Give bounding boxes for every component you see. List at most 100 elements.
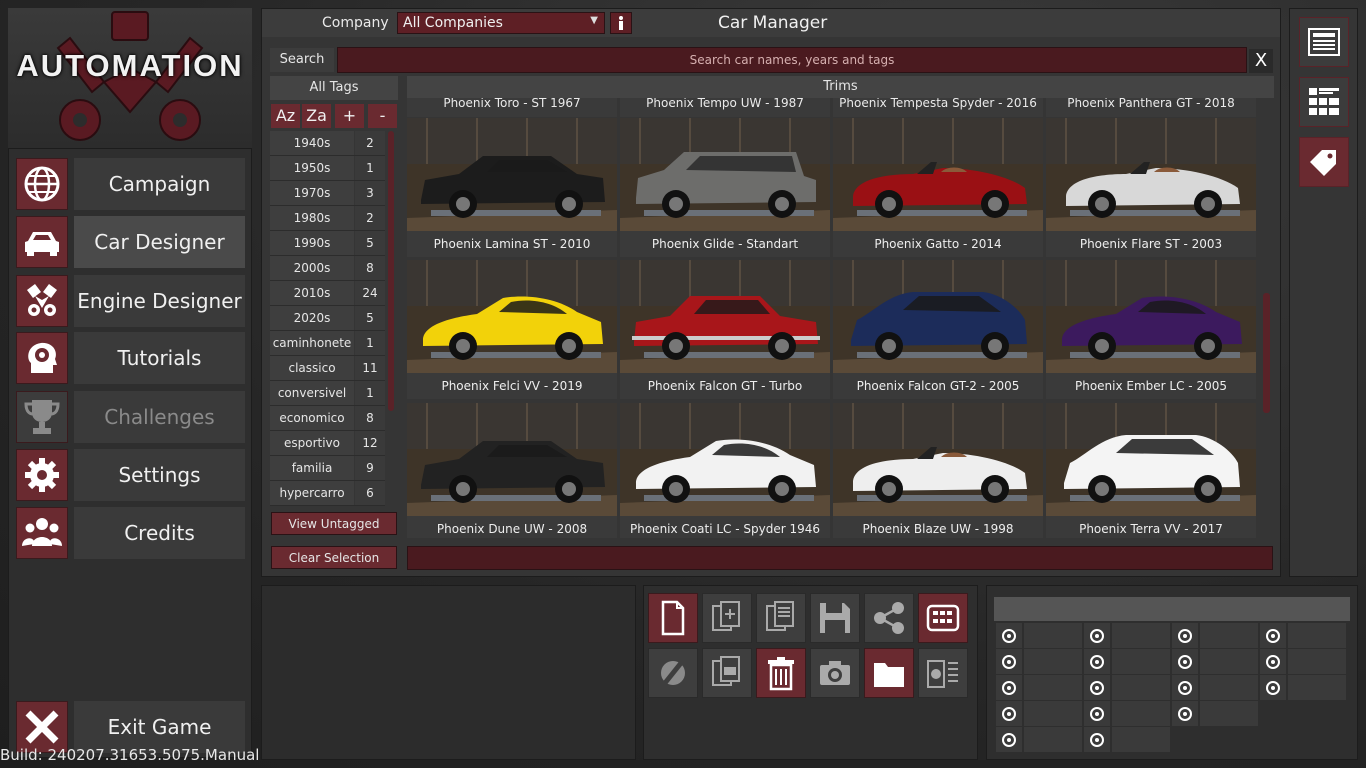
all-tags-header[interactable]: All Tags bbox=[270, 76, 398, 100]
company-info-button[interactable] bbox=[610, 12, 632, 34]
share-button[interactable] bbox=[864, 593, 914, 643]
globe-icon[interactable] bbox=[16, 158, 68, 210]
tag-name[interactable]: 1990s bbox=[270, 231, 354, 255]
car-card[interactable]: Phoenix Blaze UW - 1998 bbox=[833, 403, 1043, 538]
tag-name[interactable]: 2020s bbox=[270, 306, 354, 330]
car-thumbnail[interactable] bbox=[833, 403, 1043, 516]
pistons-icon[interactable] bbox=[16, 275, 68, 327]
gear-icon[interactable] bbox=[16, 449, 68, 501]
settings-panel-button[interactable] bbox=[918, 648, 968, 698]
car-thumbnail[interactable] bbox=[620, 260, 830, 373]
tag-name[interactable]: economico bbox=[270, 406, 354, 430]
sort-za-button[interactable]: Za bbox=[302, 104, 331, 128]
book-copy-button[interactable] bbox=[756, 593, 806, 643]
grid-view-button[interactable] bbox=[1299, 77, 1349, 127]
car-thumbnail[interactable] bbox=[833, 260, 1043, 373]
tag-row[interactable]: esportivo 12 bbox=[270, 431, 385, 456]
car-thumbnail[interactable] bbox=[1046, 403, 1256, 516]
car-card[interactable]: Phoenix Glide - Standart bbox=[620, 118, 830, 257]
tag-row[interactable]: 1990s 5 bbox=[270, 231, 385, 256]
tag-row[interactable]: classico 11 bbox=[270, 356, 385, 381]
tag-name[interactable]: classico bbox=[270, 356, 354, 380]
tag-row[interactable]: 1980s 2 bbox=[270, 206, 385, 231]
wrench-gear-button[interactable] bbox=[648, 648, 698, 698]
tag-row[interactable]: economico 8 bbox=[270, 406, 385, 431]
tag-name[interactable]: esportivo bbox=[270, 431, 354, 455]
tag-row[interactable]: hypercarro 6 bbox=[270, 481, 385, 506]
credits-button[interactable]: Credits bbox=[74, 507, 245, 559]
car-thumbnail[interactable] bbox=[407, 260, 617, 373]
add-tag-button[interactable]: + bbox=[335, 104, 364, 128]
car-card[interactable]: Phoenix Gatto - 2014 bbox=[833, 118, 1043, 257]
car-icon[interactable] bbox=[16, 216, 68, 268]
tag-name[interactable]: hypercarro bbox=[270, 481, 354, 505]
campaign-button[interactable]: Campaign bbox=[74, 158, 245, 210]
car-card[interactable]: Phoenix Dune UW - 2008 bbox=[407, 403, 617, 538]
head-gear-icon[interactable] bbox=[16, 332, 68, 384]
car-card[interactable]: Phoenix Coati LC - Spyder 1946 bbox=[620, 403, 830, 538]
car-thumbnail[interactable] bbox=[620, 118, 830, 231]
duplicate-button[interactable] bbox=[702, 593, 752, 643]
tag-name[interactable]: conversivel bbox=[270, 381, 354, 405]
menu-settings[interactable]: Settings bbox=[16, 449, 245, 501]
car-card[interactable]: Phoenix Flare ST - 2003 bbox=[1046, 118, 1256, 257]
tag-row[interactable]: 1950s 1 bbox=[270, 156, 385, 181]
search-input[interactable]: Search car names, years and tags bbox=[337, 47, 1247, 73]
tag-row[interactable]: 1940s 2 bbox=[270, 131, 385, 156]
settings-button[interactable]: Settings bbox=[74, 449, 245, 501]
car-card[interactable]: Phoenix Lamina ST - 2010 bbox=[407, 118, 617, 257]
menu-car-designer[interactable]: Car Designer bbox=[16, 216, 245, 268]
trophy-icon[interactable] bbox=[16, 391, 68, 443]
camera-button[interactable] bbox=[810, 648, 860, 698]
tag-scrollbar[interactable] bbox=[388, 131, 394, 411]
tutorials-button[interactable]: Tutorials bbox=[74, 332, 245, 384]
menu-campaign[interactable]: Campaign bbox=[16, 158, 245, 210]
search-clear-button[interactable]: X bbox=[1249, 49, 1273, 73]
car-thumbnail[interactable] bbox=[407, 403, 617, 516]
menu-challenges[interactable]: Challenges bbox=[16, 391, 245, 443]
dashboard-button[interactable] bbox=[918, 593, 968, 643]
tag-name[interactable]: 1940s bbox=[270, 131, 354, 155]
car-card[interactable]: Phoenix Falcon GT - Turbo bbox=[620, 260, 830, 399]
new-file-button[interactable] bbox=[648, 593, 698, 643]
folder-button[interactable] bbox=[864, 648, 914, 698]
tag-row[interactable]: 2020s 5 bbox=[270, 306, 385, 331]
tag-row[interactable]: 1970s 3 bbox=[270, 181, 385, 206]
car-card-label[interactable]: Phoenix Panthera GT - 2018 bbox=[1046, 98, 1256, 117]
car-thumbnail[interactable] bbox=[833, 118, 1043, 231]
tag-name[interactable]: 1970s bbox=[270, 181, 354, 205]
engine-designer-button[interactable]: Engine Designer bbox=[74, 275, 245, 327]
car-thumbnail[interactable] bbox=[1046, 118, 1256, 231]
list-view-button[interactable] bbox=[1299, 17, 1349, 67]
trims-scrollbar[interactable] bbox=[1263, 293, 1270, 413]
tag-name[interactable]: 1950s bbox=[270, 156, 354, 180]
tag-filter-button[interactable] bbox=[1299, 137, 1349, 187]
car-card[interactable]: Phoenix Ember LC - 2005 bbox=[1046, 260, 1256, 399]
car-thumbnail[interactable] bbox=[620, 403, 830, 516]
car-card-label[interactable]: Phoenix Toro - ST 1967 bbox=[407, 98, 617, 117]
car-thumbnail[interactable] bbox=[1046, 260, 1256, 373]
tag-row[interactable]: 2000s 8 bbox=[270, 256, 385, 281]
menu-engine-designer[interactable]: Engine Designer bbox=[16, 275, 245, 327]
car-thumbnail[interactable] bbox=[407, 118, 617, 231]
car-card[interactable]: Phoenix Falcon GT-2 - 2005 bbox=[833, 260, 1043, 399]
tag-row[interactable]: caminhonete 1 bbox=[270, 331, 385, 356]
car-card-label[interactable]: Phoenix Tempesta Spyder - 2016 bbox=[833, 98, 1043, 117]
save-button[interactable] bbox=[810, 593, 860, 643]
company-dropdown[interactable]: All Companies ▼ bbox=[397, 12, 605, 34]
menu-tutorials[interactable]: Tutorials bbox=[16, 332, 245, 384]
tag-name[interactable]: familia bbox=[270, 456, 354, 480]
remove-tag-button[interactable]: - bbox=[368, 104, 397, 128]
car-card[interactable]: Phoenix Felci VV - 2019 bbox=[407, 260, 617, 399]
car-card-label[interactable]: Phoenix Tempo UW - 1987 bbox=[620, 98, 830, 117]
car-designer-button[interactable]: Car Designer bbox=[74, 216, 245, 268]
trash-button[interactable] bbox=[756, 648, 806, 698]
clear-selection-button[interactable]: Clear Selection bbox=[271, 546, 397, 569]
car-card[interactable]: Phoenix Terra VV - 2017 bbox=[1046, 403, 1256, 538]
tag-row[interactable]: conversivel 1 bbox=[270, 381, 385, 406]
sort-az-button[interactable]: Az bbox=[271, 104, 300, 128]
challenges-button[interactable]: Challenges bbox=[74, 391, 245, 443]
view-untagged-button[interactable]: View Untagged bbox=[271, 512, 397, 535]
tag-row[interactable]: 2010s 24 bbox=[270, 281, 385, 306]
tag-name[interactable]: 2000s bbox=[270, 256, 354, 280]
